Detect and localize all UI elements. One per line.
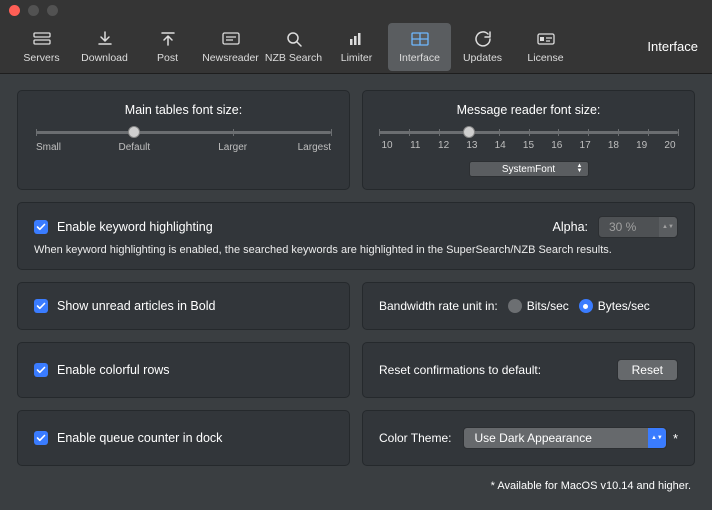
- highlight-label: Enable keyword highlighting: [57, 220, 213, 234]
- radio-bits-label: Bits/sec: [527, 299, 569, 313]
- theme-card: Color Theme: Use Dark Appearance ▲▼ *: [362, 410, 695, 466]
- toolbar-label: Servers: [23, 52, 59, 64]
- radio-bytes[interactable]: [579, 299, 593, 313]
- colorful-card: Enable colorful rows: [17, 342, 350, 398]
- toolbar-label: NZB Search: [265, 52, 322, 64]
- asterisk: *: [673, 431, 678, 446]
- tick-label: 12: [436, 140, 452, 151]
- msg-font-slider[interactable]: 10 11 12 13 14 15 16 17 18 19 20: [379, 131, 678, 151]
- toolbar-newsreader[interactable]: Newsreader: [199, 23, 262, 71]
- font-select-value: SystemFont: [502, 164, 555, 175]
- main-font-card: Main tables font size: Small Default Lar…: [17, 90, 350, 190]
- tick-label: 17: [577, 140, 593, 151]
- queue-card: Enable queue counter in dock: [17, 410, 350, 466]
- upload-icon: [160, 30, 176, 48]
- tick-label: 13: [464, 140, 480, 151]
- toolbar-label: Download: [81, 52, 128, 64]
- queue-label: Enable queue counter in dock: [57, 431, 222, 445]
- toolbar-post[interactable]: Post: [136, 23, 199, 71]
- limiter-icon: [348, 30, 366, 48]
- reset-card: Reset confirmations to default: Reset: [362, 342, 695, 398]
- toolbar-label: Updates: [463, 52, 502, 64]
- tick-label: 10: [379, 140, 395, 151]
- toolbar-interface[interactable]: Interface: [388, 23, 451, 71]
- msg-font-title: Message reader font size:: [363, 103, 694, 117]
- radio-bits[interactable]: [508, 299, 522, 313]
- highlight-card: Enable keyword highlighting Alpha: 30 % …: [17, 202, 695, 270]
- tick-label: 16: [549, 140, 565, 151]
- main-font-title: Main tables font size:: [18, 103, 349, 117]
- download-icon: [97, 30, 113, 48]
- toolbar-label: License: [527, 52, 563, 64]
- alpha-value: 30 %: [609, 220, 636, 234]
- tick-label: 18: [605, 140, 621, 151]
- tick-label: 15: [520, 140, 536, 151]
- titlebar: [0, 0, 712, 20]
- msg-font-card: Message reader font size: 10 11 12 13 1: [362, 90, 695, 190]
- alpha-label: Alpha:: [553, 220, 588, 234]
- unread-card: Show unread articles in Bold: [17, 282, 350, 330]
- footnote: * Available for MacOS v10.14 and higher.: [17, 480, 695, 492]
- interface-icon: [411, 30, 429, 48]
- theme-label: Color Theme:: [379, 431, 451, 445]
- unread-checkbox[interactable]: [34, 299, 48, 313]
- queue-checkbox[interactable]: [34, 431, 48, 445]
- font-select[interactable]: SystemFont ▲▼: [469, 161, 589, 177]
- toolbar-nzb-search[interactable]: NZB Search: [262, 23, 325, 71]
- theme-value: Use Dark Appearance: [474, 431, 591, 445]
- newsreader-icon: [222, 30, 240, 48]
- search-icon: [286, 30, 302, 48]
- license-icon: [537, 30, 555, 48]
- tick-label: 14: [492, 140, 508, 151]
- toolbar-servers[interactable]: Servers: [10, 23, 73, 71]
- close-window-button[interactable]: [9, 5, 20, 16]
- main-font-slider[interactable]: Small Default Larger Largest: [36, 131, 331, 153]
- radio-bytes-label: Bytes/sec: [598, 299, 650, 313]
- toolbar-download[interactable]: Download: [73, 23, 136, 71]
- toolbar-limiter[interactable]: Limiter: [325, 23, 388, 71]
- toolbar-label: Newsreader: [202, 52, 259, 64]
- updates-icon: [475, 30, 491, 48]
- tick-label: 11: [407, 140, 423, 151]
- colorful-checkbox[interactable]: [34, 363, 48, 377]
- toolbar-updates[interactable]: Updates: [451, 23, 514, 71]
- toolbar-license[interactable]: License: [514, 23, 577, 71]
- toolbar-label: Limiter: [341, 52, 373, 64]
- bandwidth-label: Bandwidth rate unit in:: [379, 299, 498, 313]
- tick-label: 19: [634, 140, 650, 151]
- toolbar: Servers Download Post Newsreader NZB Sea…: [0, 20, 712, 74]
- servers-icon: [33, 30, 51, 48]
- reset-button[interactable]: Reset: [617, 359, 678, 381]
- bandwidth-card: Bandwidth rate unit in: Bits/sec Bytes/s…: [362, 282, 695, 330]
- panel-title: Interface: [647, 39, 698, 54]
- alpha-select[interactable]: 30 % ▲▼: [598, 216, 678, 238]
- colorful-label: Enable colorful rows: [57, 363, 170, 377]
- stepper-arrows-icon: ▲▼: [574, 162, 586, 176]
- highlight-hint: When keyword highlighting is enabled, th…: [34, 244, 678, 256]
- unread-label: Show unread articles in Bold: [57, 299, 215, 313]
- stepper-arrows-icon: ▲▼: [648, 428, 666, 448]
- slider-thumb[interactable]: [128, 126, 140, 138]
- stepper-arrows-icon: ▲▼: [659, 217, 677, 237]
- toolbar-label: Post: [157, 52, 178, 64]
- theme-select[interactable]: Use Dark Appearance ▲▼: [463, 427, 666, 449]
- zoom-window-button[interactable]: [47, 5, 58, 16]
- toolbar-label: Interface: [399, 52, 440, 64]
- reset-label: Reset confirmations to default:: [379, 363, 541, 377]
- slider-thumb[interactable]: [463, 126, 475, 138]
- tick-label: 20: [662, 140, 678, 151]
- minimize-window-button[interactable]: [28, 5, 39, 16]
- highlight-checkbox[interactable]: [34, 220, 48, 234]
